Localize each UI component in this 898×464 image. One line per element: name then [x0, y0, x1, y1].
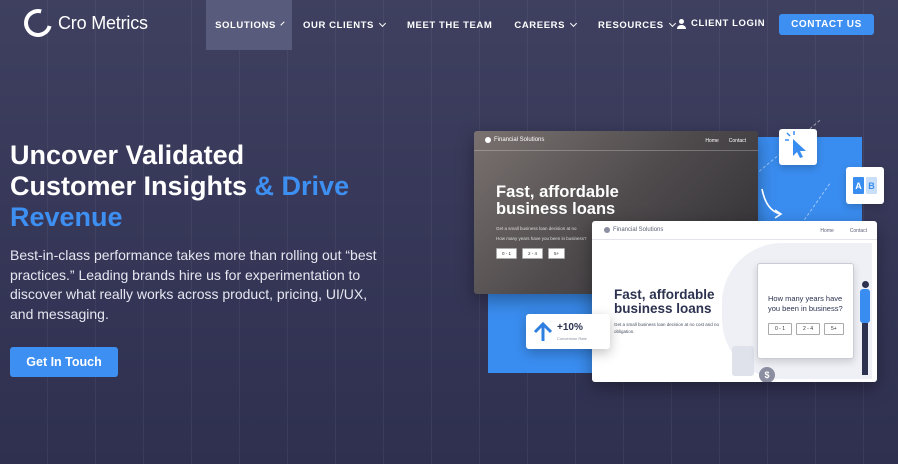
person-illustration: [860, 281, 872, 377]
stat-label: Conversion Rate: [557, 336, 587, 341]
mock-link-contact: Contact: [849, 228, 867, 234]
nav-item-label: MEET THE TEAM: [407, 19, 493, 31]
brand-name: Cro Metrics: [58, 12, 148, 33]
person-head: [862, 281, 869, 288]
chevron-down-icon: [280, 21, 285, 26]
cursor-card: [779, 129, 817, 165]
nav-item-meet-the-team[interactable]: MEET THE TEAM: [396, 0, 503, 50]
hero-title-accent-part2: Revenue: [10, 202, 123, 232]
ab-variant-b: B: [866, 177, 877, 194]
mock-question-dialog: How many years have you been in business…: [757, 263, 854, 359]
mock-nav-links: Home Contact: [705, 138, 746, 144]
hero-title-line2: Customer Insights: [10, 171, 248, 201]
chevron-down-icon: [668, 19, 676, 28]
mock-brand-label: Financial Solutions: [613, 227, 664, 233]
mock-brand: Financial Solutions: [485, 137, 544, 143]
mock-option: 5+: [548, 248, 566, 259]
stat-value: +10%: [557, 322, 583, 333]
mock-options: 0 - 1 2 - 4 5+: [496, 248, 566, 259]
chevron-down-icon: [570, 19, 578, 28]
mock-link-home: Home: [820, 228, 834, 234]
mock-nav-links: Home Contact: [820, 228, 867, 234]
nav-item-label: RESOURCES: [598, 19, 664, 31]
brand-dot-icon: [485, 137, 491, 143]
nav-menu: SOLUTIONS OUR CLIENTS MEET THE TEAM CARE…: [206, 0, 686, 50]
hero-subtitle: Best-in-class performance takes more tha…: [10, 247, 377, 322]
money-stack-illustration: [732, 346, 754, 376]
nav-item-careers[interactable]: CAREERS: [503, 0, 587, 50]
coin-icon: $: [759, 367, 775, 382]
hero-title-accent-part1: & Drive: [254, 171, 350, 201]
logo-ring-icon: [18, 3, 58, 43]
nav-item-our-clients[interactable]: OUR CLIENTS: [292, 0, 396, 50]
client-login-label: CLIENT LOGIN: [691, 18, 766, 29]
mock-text: Get a small business loan decision at no…: [614, 322, 720, 334]
ab-variant-a: A: [853, 177, 864, 194]
mock-option: 2 - 4: [796, 323, 821, 335]
mock-option: 2 - 4: [522, 248, 544, 259]
nav-item-resources[interactable]: RESOURCES: [587, 0, 686, 50]
nav-item-label: OUR CLIENTS: [303, 19, 374, 31]
conversion-stat-badge: +10% Conversion Rate: [526, 314, 610, 349]
mock-options: 0 - 1 2 - 4 5+: [768, 323, 844, 335]
landing-page-variant-b: Financial Solutions Home Contact $ Fast,…: [592, 221, 877, 382]
mock-option: 0 - 1: [496, 248, 518, 259]
brand-dot-icon: [604, 227, 610, 233]
nav-item-solutions[interactable]: SOLUTIONS: [206, 0, 292, 50]
contact-us-button[interactable]: CONTACT US: [779, 14, 874, 35]
client-login-link[interactable]: CLIENT LOGIN: [677, 18, 765, 29]
user-icon: [677, 18, 686, 29]
mock-headline: Fast, affordable business loans: [614, 287, 715, 316]
cursor-click-icon: [785, 131, 806, 158]
mock-brand: Financial Solutions: [604, 227, 663, 233]
chevron-down-icon: [378, 19, 387, 28]
person-body: [860, 289, 870, 323]
mock-link-home: Home: [705, 138, 719, 144]
mock-link-contact: Contact: [728, 138, 746, 144]
hero-title: Uncover Validated Customer Insights & Dr…: [10, 140, 410, 233]
curved-arrow-icon: [761, 188, 783, 219]
nav-item-label: SOLUTIONS: [215, 19, 276, 31]
mock-brand-label: Financial Solutions: [494, 137, 545, 143]
mock-question: How many years have you been in business…: [768, 294, 843, 313]
hero-title-line1: Uncover Validated: [10, 140, 245, 170]
arrow-up-icon: [533, 321, 553, 341]
mock-option: 0 - 1: [768, 323, 793, 335]
person-legs: [862, 323, 868, 375]
ab-test-card: A B: [846, 167, 884, 204]
brand-logo[interactable]: Cro Metrics: [18, 3, 148, 43]
nav-item-label: CAREERS: [514, 19, 566, 31]
mock-option: 5+: [824, 323, 844, 335]
mock-headline: Fast, affordable business loans: [496, 183, 619, 218]
top-navigation: Cro Metrics SOLUTIONS OUR CLIENTS MEET T…: [0, 0, 898, 50]
get-in-touch-button[interactable]: Get In Touch: [10, 347, 118, 377]
